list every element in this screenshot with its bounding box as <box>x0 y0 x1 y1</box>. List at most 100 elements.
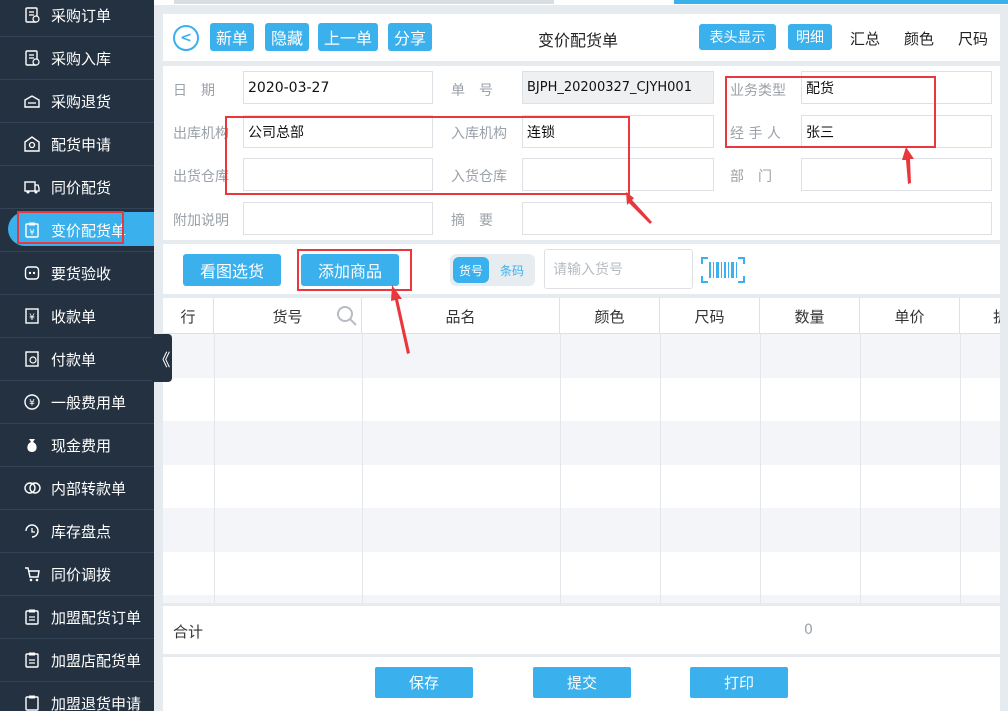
sidebar-item-label: 加盟店配货单 <box>51 651 142 670</box>
column-divider <box>860 334 861 603</box>
document-in-icon <box>22 48 42 68</box>
out-warehouse-field[interactable] <box>243 158 433 191</box>
sidebar-item-price-change-allocation[interactable]: ¥ 变价配货单 <box>0 209 154 252</box>
receipt-yen-icon: ¥ <box>22 306 42 326</box>
previous-button[interactable]: 上一单 <box>318 23 378 51</box>
table-header: 行 货号 品名 颜色 尺码 数量 单价 折 <box>163 298 1000 334</box>
total-label: 合计 <box>173 623 204 641</box>
print-button[interactable]: 打印 <box>690 667 788 698</box>
department-field[interactable] <box>801 158 992 191</box>
sidebar-item-same-price-transfer[interactable]: 同价调拨 <box>0 553 154 596</box>
tab-summary[interactable]: 汇总 <box>850 28 880 49</box>
table-row <box>163 378 1000 422</box>
tab-size[interactable]: 尺码 <box>958 28 988 49</box>
item-no-input[interactable]: 请输入货号 <box>544 249 693 289</box>
cart-transfer-icon <box>22 564 42 584</box>
sidebar-item-franchise-order[interactable]: 加盟配货订单 <box>0 596 154 639</box>
sidebar-item-franchise-allocation[interactable]: 加盟店配货单 <box>0 639 154 682</box>
new-button[interactable]: 新单 <box>210 23 254 51</box>
clipboard-list-icon <box>22 650 42 670</box>
collapse-sidebar-button[interactable]: 《 <box>152 334 172 382</box>
goods-toolbar: 看图选货 添加商品 货号 条码 请输入货号 <box>163 244 1000 294</box>
sidebar-item-label: 采购入库 <box>51 49 112 68</box>
save-button[interactable]: 保存 <box>375 667 473 698</box>
table-row <box>163 334 1000 378</box>
box-return-icon <box>22 91 42 111</box>
sidebar-item-label: 采购退货 <box>51 92 112 111</box>
top-strip-accent <box>674 0 1008 4</box>
sidebar-item-label: 加盟配货订单 <box>51 608 142 627</box>
sidebar-item-purchase-order[interactable]: 采购订单 <box>0 0 154 37</box>
transfer-icon <box>22 478 42 498</box>
department-label: 部 门 <box>730 169 772 185</box>
mode-item-no[interactable]: 货号 <box>453 257 489 283</box>
clipboard-return-icon <box>22 693 42 711</box>
column-divider <box>214 334 215 603</box>
money-bag-icon <box>22 435 42 455</box>
sidebar: 采购订单 采购入库 采购退货 配货申请 同价配货 ¥ 变价配货单 要货验收 ¥ … <box>0 0 154 711</box>
sidebar-item-receipt[interactable]: ¥ 收款单 <box>0 295 154 338</box>
sidebar-item-purchase-in[interactable]: 采购入库 <box>0 37 154 80</box>
in-warehouse-field[interactable] <box>522 158 714 191</box>
back-button[interactable]: < <box>173 25 199 51</box>
barcode-scan-icon[interactable] <box>701 257 745 283</box>
column-divider <box>660 334 661 603</box>
tab-detail[interactable]: 明细 <box>788 24 832 50</box>
hide-button[interactable]: 隐藏 <box>265 23 309 51</box>
input-mode-toggle: 货号 条码 <box>450 254 535 286</box>
add-goods-button[interactable]: 添加商品 <box>301 254 399 286</box>
sidebar-item-same-price-allocation[interactable]: 同价配货 <box>0 166 154 209</box>
table-row <box>163 421 1000 465</box>
col-item-no: 货号 <box>214 298 362 334</box>
goods-table: 行 货号 品名 颜色 尺码 数量 单价 折 <box>163 298 1000 603</box>
inspection-icon <box>22 263 42 283</box>
sidebar-item-label: 现金费用 <box>51 436 112 455</box>
date-field[interactable]: 2020-03-27 <box>243 71 433 104</box>
svg-text:¥: ¥ <box>29 228 34 237</box>
out-org-label: 出库机构 <box>173 126 229 142</box>
column-divider <box>362 334 363 603</box>
sidebar-item-purchase-return[interactable]: 采购退货 <box>0 80 154 123</box>
inventory-icon <box>22 521 42 541</box>
out-org-field[interactable]: 公司总部 <box>243 115 433 148</box>
store-request-icon <box>22 134 42 154</box>
sidebar-item-label: 库存盘点 <box>51 522 112 541</box>
order-no-label: 单 号 <box>451 83 493 99</box>
search-icon[interactable] <box>336 305 358 327</box>
submit-button[interactable]: 提交 <box>533 667 631 698</box>
column-divider <box>560 334 561 603</box>
summary-field[interactable] <box>522 202 992 235</box>
col-item-no-label: 货号 <box>272 307 303 326</box>
truck-icon <box>22 177 42 197</box>
in-org-field[interactable]: 连锁 <box>522 115 714 148</box>
view-pick-button[interactable]: 看图选货 <box>183 254 281 286</box>
total-qty: 0 <box>804 622 813 638</box>
summary-label: 摘 要 <box>451 213 493 229</box>
sidebar-item-allocation-request[interactable]: 配货申请 <box>0 123 154 166</box>
sidebar-item-internal-transfer[interactable]: 内部转款单 <box>0 467 154 510</box>
action-bar: 保存 提交 打印 <box>163 657 1000 711</box>
note-label: 附加说明 <box>173 213 229 229</box>
sidebar-item-request-inspection[interactable]: 要货验收 <box>0 252 154 295</box>
tab-color[interactable]: 颜色 <box>904 28 934 49</box>
in-warehouse-label: 入货仓库 <box>451 169 507 185</box>
payment-icon <box>22 349 42 369</box>
business-type-label: 业务类型 <box>730 83 786 99</box>
sidebar-item-label: 一般费用单 <box>51 393 127 412</box>
document-cart-icon <box>22 5 42 25</box>
note-field[interactable] <box>243 202 433 235</box>
business-type-field[interactable]: 配货 <box>801 71 992 104</box>
handler-field[interactable]: 张三 <box>801 115 992 148</box>
share-button[interactable]: 分享 <box>388 23 432 51</box>
mode-barcode[interactable]: 条码 <box>493 257 531 283</box>
sidebar-item-payment[interactable]: 付款单 <box>0 338 154 381</box>
sidebar-item-cash-expense[interactable]: 现金费用 <box>0 424 154 467</box>
clipboard-order-icon <box>22 607 42 627</box>
sidebar-item-stocktake[interactable]: 库存盘点 <box>0 510 154 553</box>
header-display-button[interactable]: 表头显示 <box>699 24 776 50</box>
page-header: < 新单 隐藏 上一单 分享 变价配货单 表头显示 明细 汇总 颜色 尺码 <box>163 14 1000 61</box>
sidebar-item-franchise-return[interactable]: 加盟退货申请 <box>0 682 154 711</box>
date-label: 日 期 <box>173 83 215 99</box>
in-org-label: 入库机构 <box>451 126 507 142</box>
sidebar-item-general-expense[interactable]: ¥ 一般费用单 <box>0 381 154 424</box>
